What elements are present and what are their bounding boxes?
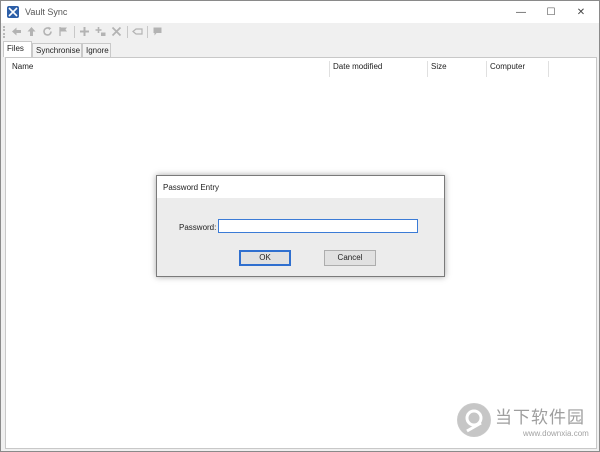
back-arrow-icon	[12, 27, 21, 36]
watermark-text: 当下软件园	[495, 408, 585, 428]
toolbar-grip[interactable]	[3, 26, 5, 38]
minimize-icon: —	[516, 6, 526, 18]
tab-files[interactable]: Files	[3, 41, 32, 57]
add-button[interactable]	[78, 25, 91, 38]
comment-button[interactable]	[151, 25, 164, 38]
tag-icon	[132, 28, 143, 35]
minimize-button[interactable]: —	[504, 1, 538, 23]
column-header-computer[interactable]: Computer	[486, 62, 548, 76]
title-bar[interactable]: Vault Sync — ☐ ✕	[1, 1, 599, 23]
delete-button[interactable]	[110, 25, 123, 38]
close-icon: ✕	[576, 6, 586, 18]
tab-strip: Files Synchronise Ignore	[1, 41, 599, 57]
add-folder-icon	[95, 27, 106, 36]
column-divider[interactable]	[548, 61, 549, 77]
toolbar	[1, 23, 599, 41]
maximize-icon: ☐	[546, 6, 556, 18]
watermark: 当下软件园 www.downxia.com	[457, 401, 597, 449]
maximize-button[interactable]: ☐	[534, 1, 568, 23]
dialog-title[interactable]: Password Entry	[157, 176, 444, 198]
add-icon	[80, 27, 89, 36]
toolbar-separator	[147, 26, 148, 38]
column-header-size[interactable]: Size	[427, 62, 486, 76]
up-arrow-icon	[27, 27, 36, 36]
back-button[interactable]	[10, 25, 23, 38]
watermark-url: www.downxia.com	[523, 429, 589, 438]
toolbar-separator	[127, 26, 128, 38]
refresh-icon	[43, 26, 52, 36]
password-input[interactable]	[218, 219, 418, 233]
refresh-button[interactable]	[41, 25, 54, 38]
add-folder-button[interactable]	[94, 25, 107, 38]
column-header-name[interactable]: Name	[8, 62, 328, 76]
tab-synchronise[interactable]: Synchronise	[32, 43, 82, 57]
toolbar-separator	[74, 26, 75, 38]
main-window: Vault Sync — ☐ ✕ Files Synchronise Ignor…	[0, 0, 600, 452]
password-label: Password:	[179, 223, 217, 232]
password-dialog: Password Entry Password: OK Cancel	[156, 175, 445, 277]
cancel-button[interactable]: Cancel	[324, 250, 376, 266]
watermark-logo-icon	[457, 403, 491, 437]
delete-icon	[111, 26, 122, 37]
tab-ignore[interactable]: Ignore	[82, 43, 111, 57]
up-button[interactable]	[25, 25, 38, 38]
flag-button[interactable]	[57, 25, 70, 38]
ok-button[interactable]: OK	[239, 250, 291, 266]
window-title: Vault Sync	[25, 7, 68, 17]
close-button[interactable]: ✕	[564, 1, 598, 23]
comment-icon	[153, 27, 162, 36]
tag-button[interactable]	[131, 25, 144, 38]
column-header-date-modified[interactable]: Date modified	[329, 62, 427, 76]
flag-icon	[59, 27, 67, 36]
app-icon	[7, 6, 19, 18]
